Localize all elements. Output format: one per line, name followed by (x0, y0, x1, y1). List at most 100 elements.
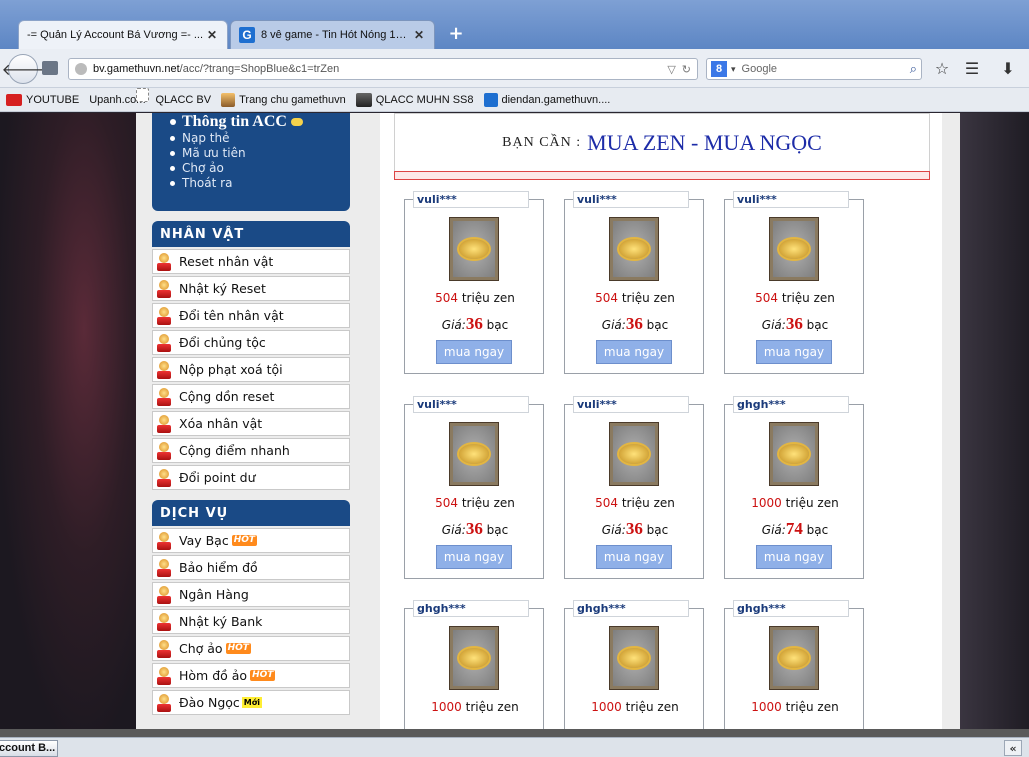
menu-item[interactable]: Hòm đồ ảo HOT (152, 663, 350, 688)
menu-item-label: Cộng dồn reset (179, 389, 275, 404)
bookmark-qlacc-bv[interactable]: QLACC BV (136, 88, 211, 106)
menu-item[interactable]: Đào Ngọc Mới (152, 690, 350, 715)
buy-now-button[interactable]: mua ngay (756, 545, 832, 569)
zen-amount: 504 triệu zen (565, 291, 705, 305)
menu-item[interactable]: Cộng điểm nhanh (152, 438, 350, 463)
menu-item-label: Ngân Hàng (179, 587, 249, 602)
amount-value: 504 (595, 496, 618, 510)
menu-item[interactable]: Đổi point dư (152, 465, 350, 490)
price: Giá:36 bạc (405, 314, 545, 334)
menu-item-label: Nhật ký Bank (179, 614, 263, 629)
menu-item[interactable]: Bảo hiểm đồ (152, 555, 350, 580)
bookmark-youtube[interactable]: YOUTUBE (6, 93, 79, 106)
close-icon[interactable]: ✕ (412, 28, 426, 42)
price-label: Giá: (441, 318, 466, 332)
menu-item[interactable]: Đổi chủng tộc (152, 330, 350, 355)
g-icon (483, 92, 498, 107)
seller-name: ghgh*** (413, 600, 529, 617)
character-icon (157, 585, 171, 604)
taskbar-arrow-icon[interactable]: « (1004, 740, 1022, 756)
price-unit: bạc (486, 523, 509, 537)
amount-unit: triệu zen (785, 496, 839, 510)
buy-now-button[interactable]: mua ngay (756, 340, 832, 364)
smile-icon (290, 118, 303, 126)
coins-icon (619, 444, 649, 464)
trang-icon (221, 92, 236, 107)
search-input[interactable]: Google (742, 63, 910, 75)
bookmark-diendan[interactable]: diendan.gamethuvn.... (483, 92, 610, 107)
amount-unit: triệu zen (465, 700, 519, 714)
bookmark-star-icon[interactable]: ☆ (932, 59, 952, 79)
search-engine-icon[interactable]: 8 (711, 61, 727, 77)
price-value: 36 (465, 519, 483, 538)
chevron-down-icon[interactable]: ▾ (731, 64, 736, 75)
reload-icon[interactable]: ↻ (682, 63, 691, 76)
tab-account-manager[interactable]: -= Quản Lý Account Bá Vương =- ... ✕ (18, 20, 228, 49)
tab-game-news[interactable]: G 8 vê game - Tin Hót Nóng 100... ✕ (230, 20, 435, 49)
menu-item-label: Đào Ngọc (179, 695, 240, 710)
price-value: 36 (785, 314, 803, 333)
amount-unit: triệu zen (621, 291, 675, 305)
account-item-ma-uu-tien[interactable]: Mã ưu tiên (166, 146, 340, 161)
amount-unit: triệu zen (461, 496, 515, 510)
bookmark-trang-chu[interactable]: Trang chu gamethuvn (221, 92, 346, 107)
amount-unit: triệu zen (785, 700, 839, 714)
buy-now-button[interactable]: mua ngay (436, 340, 512, 364)
menu-item[interactable]: Cộng dồn reset (152, 384, 350, 409)
amount-value: 504 (435, 496, 458, 510)
coins-icon (459, 648, 489, 668)
buy-now-button[interactable]: mua ngay (436, 545, 512, 569)
bookmark-qlacc-muhn[interactable]: QLACC MUHN SS8 (355, 92, 474, 107)
arrow-left-icon: 🡐 (1, 60, 45, 79)
background-art-left (0, 113, 140, 729)
zen-coins-image (609, 626, 659, 690)
menu-item[interactable]: Đổi tên nhân vật (152, 303, 350, 328)
dropdown-arrow-icon[interactable]: ▽ (667, 63, 675, 76)
back-button[interactable]: 🡐 (2, 54, 44, 84)
taskbar: ccount B... « (0, 737, 1029, 757)
taskbar-window-button[interactable]: ccount B... (0, 740, 58, 757)
menu-item[interactable]: Reset nhân vật (152, 249, 350, 274)
menu-item[interactable]: Vay Bạc HOT (152, 528, 350, 553)
zen-amount: 1000 triệu zen (725, 700, 865, 714)
zen-amount: 1000 triệu zen (565, 700, 705, 714)
sidebar: Thông tin ACC Nạp thẻ Mã ưu tiên Chợ ảo … (152, 113, 350, 715)
menu-item[interactable]: Ngân Hàng (152, 582, 350, 607)
menu-item[interactable]: Nhật ký Reset (152, 276, 350, 301)
url-text: bv.gamethuvn.net/acc/?trang=ShopBlue&c1=… (93, 63, 661, 75)
tab-title: -= Quản Lý Account Bá Vương =- ... (27, 29, 204, 41)
buy-now-button[interactable]: mua ngay (596, 340, 672, 364)
account-item-nap-the[interactable]: Nạp thẻ (166, 131, 340, 146)
hot-badge: HOT (231, 535, 258, 546)
character-icon (157, 468, 171, 487)
menu-item[interactable]: Nhật ký Bank (152, 609, 350, 634)
account-item-cho-ao[interactable]: Chợ ảo (166, 161, 340, 176)
reading-list-icon[interactable]: ☰ (962, 59, 982, 79)
horizontal-scrollbar[interactable] (0, 729, 1029, 737)
zen-amount: 1000 triệu zen (405, 700, 545, 714)
account-item-thoat-ra[interactable]: Thoát ra (166, 176, 340, 191)
zen-coins-image (769, 626, 819, 690)
menu-item[interactable]: Nộp phạt xoá tội (152, 357, 350, 382)
zen-coins-image (449, 422, 499, 486)
shop-item-card: vuli*** 504 triệu zen Giá:36 bạc mua ngay (564, 396, 704, 579)
seller-name: vuli*** (573, 396, 689, 413)
shop-banner: BẠN CẦN : MUA ZEN - MUA NGỌC (394, 113, 930, 173)
shop-item-card: vuli*** 504 triệu zen Giá:36 bạc mua ngay (404, 191, 545, 374)
shop-item-card: ghgh*** 1000 triệu zen (724, 600, 865, 729)
close-icon[interactable]: ✕ (205, 28, 219, 42)
menu-item[interactable]: Chợ ảo HOT (152, 636, 350, 661)
new-tab-button[interactable]: + (444, 24, 468, 46)
character-icon (157, 360, 171, 379)
price-value: 36 (625, 314, 643, 333)
url-bar[interactable]: bv.gamethuvn.net/acc/?trang=ShopBlue&c1=… (68, 58, 698, 80)
download-icon[interactable]: ⬇ (998, 59, 1018, 79)
zen-coins-image (769, 422, 819, 486)
tab-groups-icon[interactable] (42, 61, 58, 75)
character-icon (157, 531, 171, 550)
character-icon (157, 666, 171, 685)
search-bar[interactable]: 8 ▾ Google ⌕ (706, 58, 922, 80)
search-icon[interactable]: ⌕ (910, 61, 917, 77)
buy-now-button[interactable]: mua ngay (596, 545, 672, 569)
menu-item[interactable]: Xóa nhân vật (152, 411, 350, 436)
